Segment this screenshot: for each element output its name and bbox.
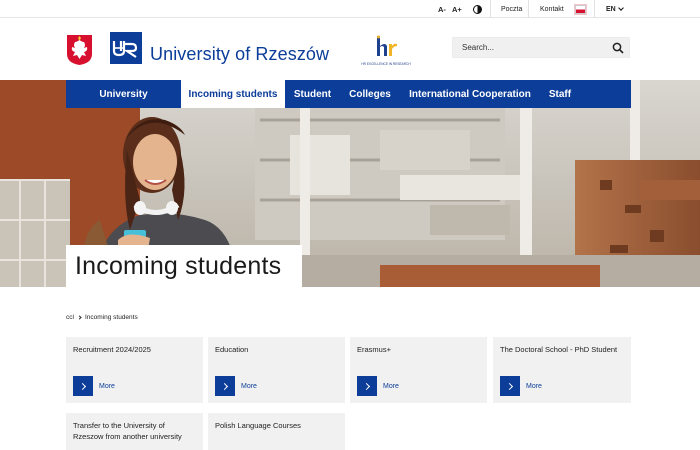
more-link[interactable]: More: [73, 376, 115, 396]
card-transfer[interactable]: Transfer to the University of Rzeszow fr…: [66, 413, 203, 450]
card-title[interactable]: Transfer to the University of Rzeszow fr…: [73, 420, 197, 442]
search-input[interactable]: Search...: [462, 43, 494, 52]
more-label[interactable]: More: [383, 383, 399, 390]
search-icon[interactable]: [612, 42, 624, 54]
nav-item-university[interactable]: University: [66, 80, 181, 108]
font-increase-button[interactable]: A+: [452, 0, 462, 18]
breadcrumb-current: Incoming students: [84, 314, 138, 321]
hr-logo-text: HR EXCELLENCE IN RESEARCH: [361, 62, 411, 66]
font-decrease-button[interactable]: A-: [438, 0, 446, 18]
chevron-right-icon[interactable]: [215, 376, 235, 396]
nav-item-incoming-students[interactable]: Incoming students: [181, 80, 285, 108]
ur-logo[interactable]: [110, 32, 142, 64]
nav-item-student[interactable]: Student: [285, 80, 340, 108]
polish-flag-icon: [575, 4, 586, 14]
breadcrumb-home-link[interactable]: ccl: [66, 314, 74, 321]
chevron-down-icon: [617, 4, 624, 11]
card-title[interactable]: Education: [215, 344, 339, 355]
card-polish-language-courses[interactable]: Polish Language Courses: [208, 413, 345, 450]
contrast-icon: [473, 4, 482, 14]
language-label: EN: [606, 5, 616, 13]
contact-link[interactable]: Kontakt: [540, 0, 564, 18]
chevron-right-icon: [77, 315, 82, 320]
chevron-right-icon[interactable]: [357, 376, 377, 396]
search-box[interactable]: Search...: [452, 37, 630, 58]
language-selector[interactable]: EN: [606, 0, 624, 18]
polish-eagle-emblem: [67, 35, 92, 65]
chevron-right-icon[interactable]: [500, 376, 520, 396]
breadcrumb: ccl Incoming students: [66, 314, 138, 321]
more-label[interactable]: More: [241, 383, 257, 390]
mail-link[interactable]: Poczta: [501, 0, 522, 18]
card-education[interactable]: Education More: [208, 337, 345, 403]
card-recruitment[interactable]: Recruitment 2024/2025 More: [66, 337, 203, 403]
page-title: Incoming students: [75, 252, 282, 280]
divider: [528, 0, 529, 18]
card-title[interactable]: Polish Language Courses: [215, 420, 339, 431]
top-utility-bar: A- A+ Poczta Kontakt EN: [0, 0, 700, 18]
more-label[interactable]: More: [526, 383, 542, 390]
nav-item-staff[interactable]: Staff: [540, 80, 580, 108]
card-doctoral-school[interactable]: The Doctoral School - PhD Student More: [493, 337, 631, 403]
chevron-right-icon[interactable]: [73, 376, 93, 396]
university-name[interactable]: University of Rzeszów: [150, 44, 329, 65]
card-title[interactable]: Recruitment 2024/2025: [73, 344, 197, 355]
divider: [594, 0, 595, 18]
card-title[interactable]: Erasmus+: [357, 344, 481, 355]
main-navigation: University Incoming students Student Col…: [66, 80, 631, 108]
card-title[interactable]: The Doctoral School - PhD Student: [500, 344, 625, 355]
card-erasmus[interactable]: Erasmus+ More: [350, 337, 487, 403]
hr-excellence-logo[interactable]: HR EXCELLENCE IN RESEARCH: [360, 33, 412, 69]
more-link[interactable]: More: [215, 376, 257, 396]
contrast-toggle[interactable]: [473, 0, 482, 18]
divider: [490, 0, 491, 18]
more-link[interactable]: More: [500, 376, 542, 396]
more-link[interactable]: More: [357, 376, 399, 396]
more-label[interactable]: More: [99, 383, 115, 390]
polish-language-link[interactable]: [575, 0, 586, 18]
nav-item-international-cooperation[interactable]: International Cooperation: [400, 80, 540, 108]
hero-title-box: Incoming students: [66, 245, 302, 287]
nav-item-colleges[interactable]: Colleges: [340, 80, 400, 108]
